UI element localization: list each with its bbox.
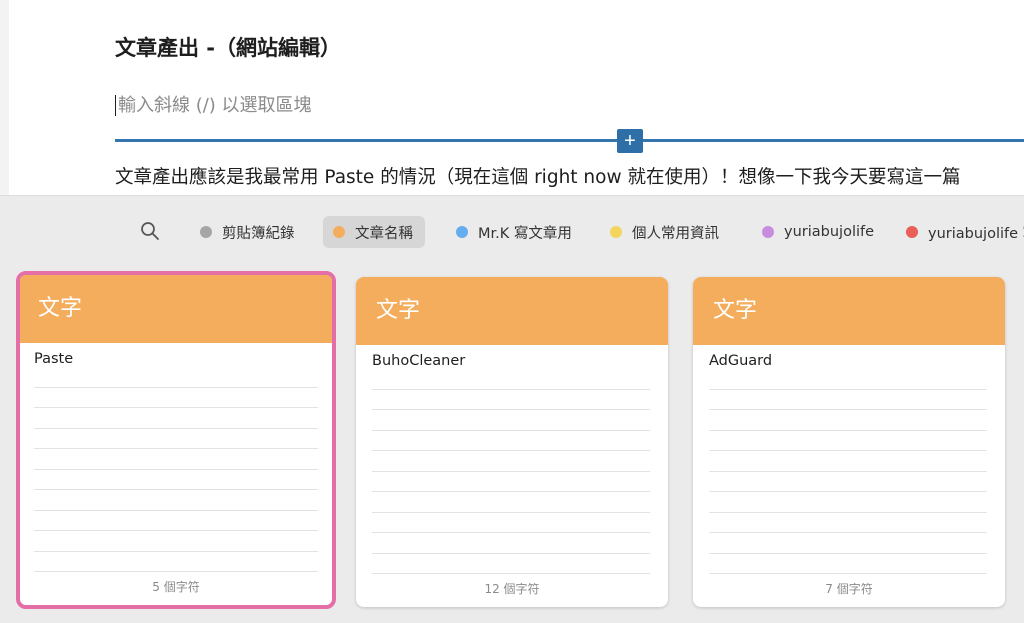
card-char-count: 5 個字符: [152, 580, 200, 594]
card-ruled-lines: [34, 367, 318, 572]
pinboard-yuriabujolife[interactable]: yuriabujolife: [752, 216, 886, 248]
pinboard-yuriabujolife-writing[interactable]: yuriabujolife 寫: [896, 216, 1024, 248]
card-type-label: 文字: [356, 277, 668, 345]
pinboard-color-dot: [200, 226, 212, 238]
editor-gutter: [0, 0, 9, 195]
block-inserter-line: [115, 139, 1024, 142]
pinboard-color-dot: [906, 226, 918, 238]
pinboard-label: Mr.K 寫文章用: [478, 225, 572, 242]
pinboard-clipboard-history[interactable]: 剪貼簿紀錄: [190, 216, 307, 248]
card-ruled-lines: [709, 369, 987, 574]
card-type-label: 文字: [20, 275, 332, 343]
clip-card-buhocleaner[interactable]: 文字 BuhoCleaner 12 個字符: [356, 277, 668, 607]
pinboard-label: 文章名稱: [355, 225, 413, 242]
card-body: AdGuard: [693, 345, 1005, 575]
pinboard-label: yuriabujolife: [784, 224, 875, 240]
search-icon[interactable]: [140, 221, 160, 241]
card-type-label: 文字: [693, 277, 1005, 345]
pinboard-label: 剪貼簿紀錄: [222, 225, 295, 242]
pinboard-color-dot: [333, 226, 345, 238]
pinboard-color-dot: [456, 226, 468, 238]
clip-card-adguard[interactable]: 文字 AdGuard 7 個字符: [693, 277, 1005, 607]
pinboard-mrk-writing[interactable]: Mr.K 寫文章用: [446, 216, 584, 248]
card-body: Paste: [20, 343, 332, 573]
card-content: BuhoCleaner: [372, 353, 466, 369]
pinboard-label: yuriabujolife 寫: [928, 225, 1024, 242]
post-heading[interactable]: 文章產出 -（網站編輯）: [115, 32, 341, 62]
editor-area: 文章產出 -（網站編輯） + 文章產出應該是我最常用 Paste 的情況（現在這…: [0, 0, 1024, 195]
card-body: BuhoCleaner: [356, 345, 668, 575]
pinboard-color-dot: [610, 226, 622, 238]
paste-panel: 剪貼簿紀錄 文章名稱 Mr.K 寫文章用 個人常用資訊 yuriabujolif…: [0, 195, 1024, 623]
add-block-button[interactable]: +: [617, 129, 643, 153]
card-ruled-lines: [372, 369, 650, 574]
pinboard-article-names[interactable]: 文章名稱: [323, 216, 425, 248]
pinboard-color-dot: [762, 226, 774, 238]
block-input[interactable]: [115, 95, 538, 116]
clip-card-paste[interactable]: 文字 Paste 5 個字符: [16, 271, 336, 609]
card-char-count: 12 個字符: [484, 582, 540, 596]
pinboard-personal-info[interactable]: 個人常用資訊: [600, 216, 731, 248]
card-content: AdGuard: [709, 353, 773, 369]
pinboard-label: 個人常用資訊: [632, 225, 719, 242]
paragraph-block[interactable]: 文章產出應該是我最常用 Paste 的情況（現在這個 right now 就在使…: [115, 163, 960, 189]
pinboard-bar: 剪貼簿紀錄 文章名稱 Mr.K 寫文章用 個人常用資訊 yuriabujolif…: [0, 213, 1024, 249]
card-content: Paste: [34, 351, 74, 367]
card-char-count: 7 個字符: [825, 582, 873, 596]
